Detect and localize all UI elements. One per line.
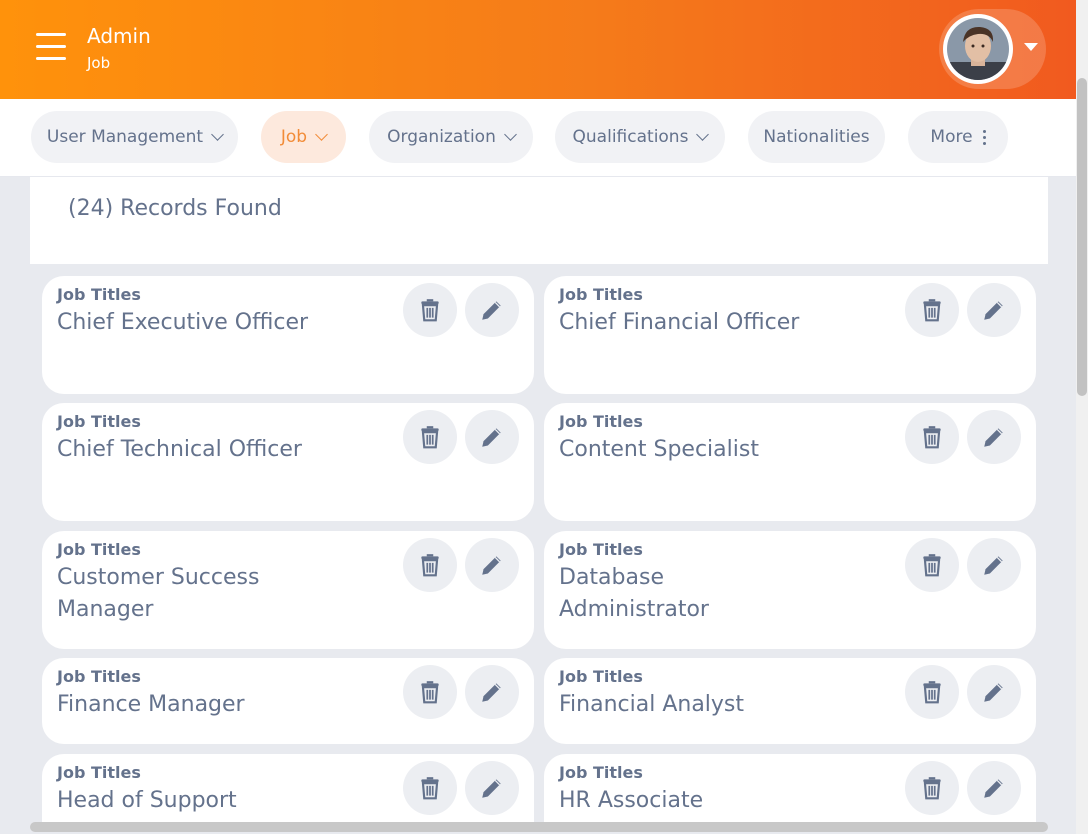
module-subtitle: Job [87, 54, 111, 72]
tab-user-management[interactable]: User Management [31, 111, 238, 163]
card-field-label: Job Titles [57, 540, 141, 559]
job-card: Job Titles Head of Support [42, 754, 534, 822]
card-field-label: Job Titles [57, 412, 141, 431]
card-field-label: Job Titles [559, 285, 643, 304]
pencil-icon [984, 301, 1003, 320]
trash-icon [421, 299, 439, 322]
edit-button[interactable] [967, 665, 1021, 719]
job-title-value: Head of Support [57, 788, 237, 813]
job-card: Job Titles Chief Executive Officer [42, 276, 534, 394]
delete-button[interactable] [403, 538, 457, 592]
job-title-value: Financial Analyst [559, 692, 745, 717]
tab-job[interactable]: Job [261, 111, 346, 163]
card-field-label: Job Titles [559, 763, 643, 782]
pencil-icon [984, 556, 1003, 575]
trash-icon [923, 777, 941, 800]
user-avatar[interactable] [943, 14, 1013, 84]
delete-button[interactable] [905, 665, 959, 719]
pencil-icon [482, 428, 501, 447]
tab-qualifications[interactable]: Qualifications [555, 111, 725, 163]
vertical-scrollbar[interactable] [1076, 0, 1088, 834]
tab-label: Organization [387, 127, 496, 147]
job-title-value: Finance Manager [57, 692, 245, 717]
edit-button[interactable] [967, 538, 1021, 592]
delete-button[interactable] [905, 538, 959, 592]
edit-button[interactable] [967, 410, 1021, 464]
delete-button[interactable] [403, 410, 457, 464]
chevron-down-icon [503, 127, 517, 141]
tab-label: User Management [46, 127, 204, 147]
edit-button[interactable] [967, 761, 1021, 815]
tab-nationalities[interactable]: Nationalities [748, 111, 885, 163]
job-card: Job Titles Database Administrator [544, 531, 1036, 649]
trash-icon [923, 299, 941, 322]
job-card: Job Titles Content Specialist [544, 403, 1036, 521]
delete-button[interactable] [403, 761, 457, 815]
pencil-icon [984, 428, 1003, 447]
job-title-value: Chief Financial Officer [559, 310, 800, 335]
card-field-label: Job Titles [559, 412, 643, 431]
job-card: Job Titles Financial Analyst [544, 658, 1036, 744]
pencil-icon [482, 683, 501, 702]
card-field-label: Job Titles [559, 667, 643, 686]
trash-icon [923, 426, 941, 449]
pencil-icon [482, 779, 501, 798]
caret-down-icon[interactable] [1024, 43, 1038, 51]
job-title-value: Content Specialist [559, 437, 759, 462]
job-card: Job Titles Finance Manager [42, 658, 534, 744]
card-field-label: Job Titles [57, 763, 141, 782]
kebab-menu-icon [982, 129, 986, 145]
edit-button[interactable] [465, 761, 519, 815]
tab-organization[interactable]: Organization [369, 111, 533, 163]
chevron-down-icon [696, 127, 710, 141]
pencil-icon [482, 556, 501, 575]
delete-button[interactable] [905, 410, 959, 464]
job-title-value: Chief Technical Officer [57, 437, 302, 462]
tab-label: More [930, 127, 973, 147]
edit-button[interactable] [967, 283, 1021, 337]
card-field-label: Job Titles [57, 285, 141, 304]
job-card: Job Titles Chief Technical Officer [42, 403, 534, 521]
edit-button[interactable] [465, 538, 519, 592]
top-header-bar: Admin Job [0, 0, 1076, 99]
job-title-value: Customer Success Manager [57, 565, 260, 622]
delete-button[interactable] [403, 283, 457, 337]
tab-more[interactable]: More [908, 111, 1008, 163]
job-title-value: HR Associate [559, 788, 704, 813]
pencil-icon [482, 301, 501, 320]
trash-icon [923, 554, 941, 577]
delete-button[interactable] [905, 761, 959, 815]
trash-icon [421, 426, 439, 449]
trash-icon [923, 681, 941, 704]
delete-button[interactable] [403, 665, 457, 719]
trash-icon [421, 554, 439, 577]
chevron-down-icon [315, 127, 328, 141]
job-card: Job Titles HR Associate [544, 754, 1036, 822]
pencil-icon [984, 779, 1003, 798]
edit-button[interactable] [465, 665, 519, 719]
job-card: Job Titles Customer Success Manager [42, 531, 534, 649]
hamburger-menu-icon[interactable] [36, 33, 66, 60]
edit-button[interactable] [465, 283, 519, 337]
tab-label: Nationalities [763, 127, 870, 147]
scrollbar-thumb[interactable] [1077, 78, 1087, 396]
trash-icon [421, 777, 439, 800]
job-card: Job Titles Chief Financial Officer [544, 276, 1036, 394]
module-title: Admin [87, 24, 151, 48]
card-field-label: Job Titles [57, 667, 141, 686]
records-count: (24) Records Found [68, 196, 282, 221]
records-panel: (24) Records Found [30, 177, 1048, 264]
chevron-down-icon [211, 127, 224, 141]
edit-button[interactable] [465, 410, 519, 464]
pencil-icon [984, 683, 1003, 702]
tab-label: Qualifications [572, 127, 689, 147]
job-title-value: Chief Executive Officer [57, 310, 309, 335]
tab-bar: User Management Job Organization Qualifi… [0, 99, 1076, 177]
card-field-label: Job Titles [559, 540, 643, 559]
job-title-value: Database Administrator [559, 565, 709, 622]
delete-button[interactable] [905, 283, 959, 337]
horizontal-scrollbar[interactable] [30, 822, 1048, 832]
trash-icon [421, 681, 439, 704]
tab-label: Job [280, 127, 308, 147]
